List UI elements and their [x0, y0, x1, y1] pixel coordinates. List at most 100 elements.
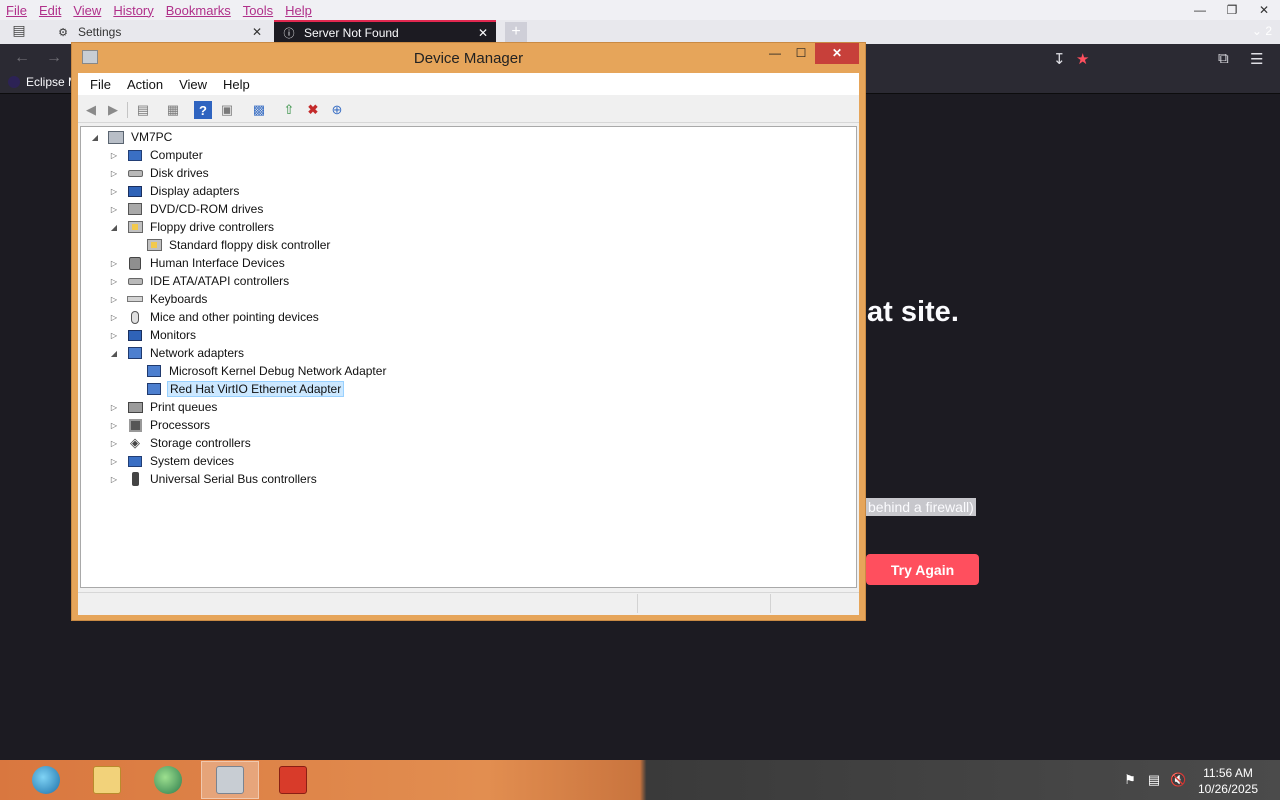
tree-item-ms-kernel-debug-adapter[interactable]: Microsoft Kernel Debug Network Adapter	[127, 362, 388, 380]
menu-action[interactable]: Action	[121, 77, 169, 92]
forward-arrow-icon[interactable]: →	[46, 49, 62, 67]
tree-item-standard-floppy-controller[interactable]: Standard floppy disk controller	[127, 236, 332, 254]
browser-menu-help[interactable]: Help	[279, 3, 318, 18]
browser-menu-tools[interactable]: Tools	[237, 3, 279, 18]
back-icon[interactable]: ◀	[82, 101, 100, 119]
volume-muted-icon[interactable]: 🔇	[1170, 772, 1186, 788]
disable-device-icon[interactable]: ⊕	[328, 101, 346, 119]
browser-menu-file[interactable]: File	[0, 3, 33, 18]
tree-item-computer[interactable]: ▷ Computer	[108, 146, 205, 164]
storage-controller-icon: ◈	[130, 435, 140, 450]
expand-arrow-icon[interactable]: ▷	[108, 169, 120, 178]
close-tab-icon[interactable]: ✕	[252, 25, 262, 39]
star-icon[interactable]: ★	[1076, 50, 1089, 68]
expand-arrow-icon[interactable]: ▷	[108, 457, 120, 466]
properties-sheet-icon[interactable]: ▣	[218, 101, 236, 119]
tree-item-keyboards[interactable]: ▷ Keyboards	[108, 290, 209, 308]
new-tab-button[interactable]: +	[505, 22, 527, 42]
tree-label: System devices	[150, 454, 235, 468]
show-hide-console-tree-icon[interactable]: ▤	[134, 101, 152, 119]
taskbar-network[interactable]	[139, 761, 197, 799]
properties-icon[interactable]: ▦	[164, 101, 182, 119]
menu-view[interactable]: View	[173, 77, 213, 92]
close-button[interactable]: ✕	[815, 43, 859, 64]
title-bar[interactable]: Device Manager — ☐ ✕	[72, 43, 865, 73]
tree-item-ide-controllers[interactable]: ▷ IDE ATA/ATAPI controllers	[108, 272, 291, 290]
network-tray-icon[interactable]: ▤	[1146, 772, 1162, 788]
device-manager-window: Device Manager — ☐ ✕ File Action View He…	[71, 42, 866, 621]
expand-arrow-icon[interactable]: ▷	[108, 439, 120, 448]
maximize-button[interactable]: ☐	[788, 43, 814, 64]
tab-list-icon[interactable]: ▤	[8, 22, 30, 42]
restore-icon[interactable]: ❐	[1216, 0, 1248, 20]
expand-arrow-icon[interactable]: ▷	[108, 205, 120, 214]
expand-arrow-icon[interactable]: ▷	[108, 187, 120, 196]
tree-label: IDE ATA/ATAPI controllers	[150, 274, 290, 288]
collapse-arrow-icon[interactable]: ◢	[89, 133, 101, 142]
tree-item-floppy-controllers[interactable]: ◢ Floppy drive controllers	[108, 218, 276, 236]
tree-item-display-adapters[interactable]: ▷ Display adapters	[108, 182, 241, 200]
expand-arrow-icon[interactable]: ▷	[108, 277, 120, 286]
tree-item-system-devices[interactable]: ▷ System devices	[108, 452, 236, 470]
tree-item-print-queues[interactable]: ▷ Print queues	[108, 398, 219, 416]
toolbar: ◀ ▶ ▤ ▦ ? ▣ ▩ ⇧ ✖ ⊕	[78, 96, 859, 123]
tree-item-disk-drives[interactable]: ▷ Disk drives	[108, 164, 211, 182]
back-arrow-icon[interactable]: ←	[14, 49, 30, 67]
forward-icon[interactable]: ▶	[104, 101, 122, 119]
expand-arrow-icon[interactable]: ▷	[108, 331, 120, 340]
try-again-button[interactable]: Try Again	[866, 554, 979, 585]
tree-root[interactable]: ◢ VM7PC	[89, 128, 174, 146]
collapse-arrow-icon[interactable]: ◢	[108, 223, 120, 232]
clock[interactable]: 11:56 AM 10/26/2025	[1198, 765, 1258, 797]
tab-server-not-found[interactable]: ⓘ Server Not Found ✕	[274, 20, 496, 44]
hamburger-menu-icon[interactable]: ☰	[1250, 50, 1263, 68]
extensions-icon[interactable]: ⧉	[1218, 50, 1229, 67]
clock-date: 10/26/2025	[1197, 782, 1258, 796]
minimize-icon[interactable]: —	[1184, 0, 1216, 20]
download-icon[interactable]: ↧	[1053, 50, 1066, 68]
help-icon[interactable]: ?	[194, 101, 212, 119]
browser-menu-edit[interactable]: Edit	[33, 3, 67, 18]
browser-menu-history[interactable]: History	[107, 3, 159, 18]
flag-icon[interactable]: ⚑	[1122, 772, 1138, 788]
scan-hardware-icon[interactable]: ▩	[250, 101, 268, 119]
device-manager-icon	[216, 766, 244, 794]
taskbar-app[interactable]	[264, 761, 322, 799]
browser-menu-view[interactable]: View	[67, 3, 107, 18]
taskbar-device-manager[interactable]	[201, 761, 259, 799]
expand-arrow-icon[interactable]: ▷	[108, 313, 120, 322]
taskbar-file-explorer[interactable]	[78, 761, 136, 799]
collapse-arrow-icon[interactable]: ◢	[108, 349, 120, 358]
device-tree[interactable]: ◢ VM7PC ▷ Computer ▷ Disk drives ▷ Displ…	[80, 126, 857, 588]
tree-label: Disk drives	[150, 166, 209, 180]
bookmark-item[interactable]: Eclipse M	[8, 75, 78, 89]
expand-arrow-icon[interactable]: ▷	[108, 403, 120, 412]
tree-item-processors[interactable]: ▷ Processors	[108, 416, 212, 434]
tree-item-dvd-drives[interactable]: ▷ DVD/CD-ROM drives	[108, 200, 265, 218]
tree-item-monitors[interactable]: ▷ Monitors	[108, 326, 198, 344]
close-tab-icon[interactable]: ✕	[478, 26, 488, 40]
tree-item-network-adapters[interactable]: ◢ Network adapters	[108, 344, 246, 362]
expand-arrow-icon[interactable]: ▷	[108, 151, 120, 160]
expand-arrow-icon[interactable]: ▷	[108, 421, 120, 430]
uninstall-device-icon[interactable]: ✖	[304, 101, 322, 119]
taskbar-browser[interactable]	[17, 761, 75, 799]
menu-help[interactable]: Help	[217, 77, 256, 92]
tree-item-hid[interactable]: ▷ Human Interface Devices	[108, 254, 287, 272]
expand-arrow-icon[interactable]: ▷	[108, 259, 120, 268]
minimize-button[interactable]: —	[762, 43, 788, 64]
close-icon[interactable]: ✕	[1248, 0, 1280, 20]
browser-menu-bookmarks[interactable]: Bookmarks	[160, 3, 237, 18]
tab-settings[interactable]: ⚙ Settings ✕	[48, 20, 270, 44]
update-driver-icon[interactable]: ⇧	[280, 101, 298, 119]
tab-count-badge[interactable]: ⌄ 2	[1252, 24, 1272, 38]
processor-icon	[127, 418, 143, 432]
expand-arrow-icon[interactable]: ▷	[108, 475, 120, 484]
tree-item-storage-controllers[interactable]: ▷ ◈ Storage controllers	[108, 434, 253, 452]
browser-window-controls: — ❐ ✕	[1184, 0, 1280, 20]
menu-file[interactable]: File	[84, 77, 117, 92]
tree-item-mice[interactable]: ▷ Mice and other pointing devices	[108, 308, 321, 326]
tree-item-redhat-virtio-adapter[interactable]: Red Hat VirtIO Ethernet Adapter	[127, 380, 345, 398]
tree-item-usb-controllers[interactable]: ▷ Universal Serial Bus controllers	[108, 470, 319, 488]
expand-arrow-icon[interactable]: ▷	[108, 295, 120, 304]
